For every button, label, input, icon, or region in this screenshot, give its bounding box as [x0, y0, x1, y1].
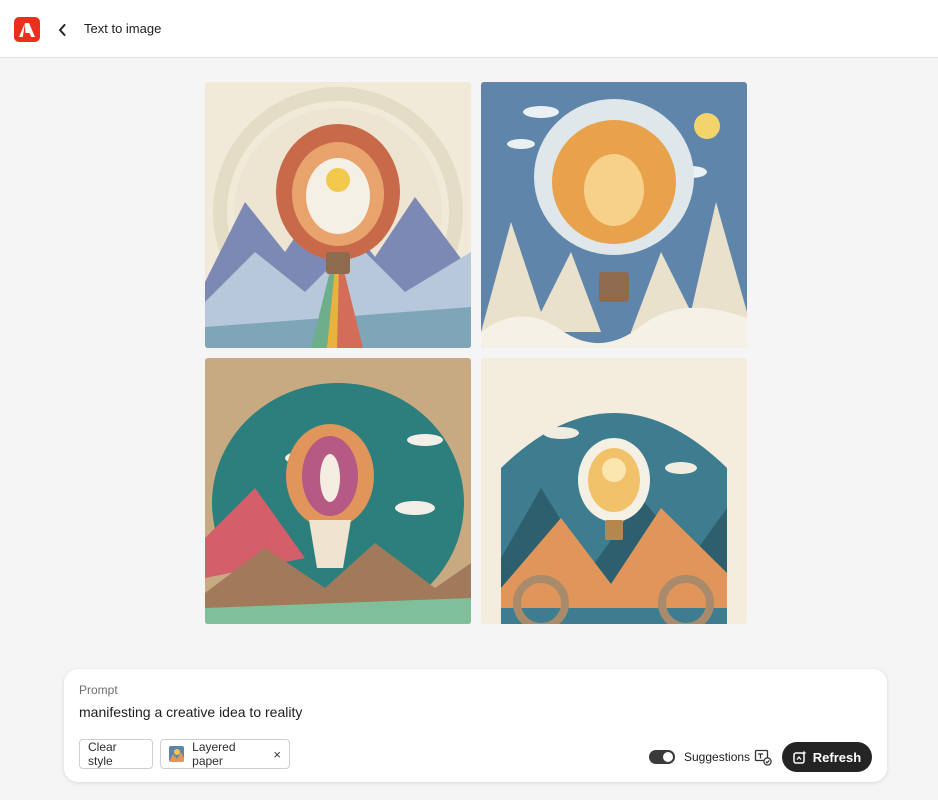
refresh-button[interactable]: Refresh: [782, 742, 872, 772]
page-title: Text to image: [84, 21, 162, 36]
clear-style-label: Clear style: [88, 740, 117, 768]
top-bar: Text to image: [0, 0, 938, 58]
prompt-input[interactable]: manifesting a creative idea to reality: [79, 704, 302, 720]
chevron-left-icon: [59, 24, 66, 36]
remove-style-icon[interactable]: ×: [273, 747, 281, 762]
refresh-label: Refresh: [812, 749, 862, 765]
suggestions-toggle[interactable]: [649, 750, 675, 764]
generated-image-3[interactable]: [205, 358, 471, 624]
layered-paper-thumbnail-icon: [169, 746, 185, 762]
generated-image-2[interactable]: [481, 82, 747, 348]
style-chip-label: Layered paper: [192, 740, 236, 768]
prompt-panel: Prompt manifesting a creative idea to re…: [64, 669, 887, 782]
refresh-sparkle-icon: [793, 750, 807, 764]
suggestions-label: Suggestions: [684, 750, 751, 764]
generated-image-4[interactable]: [481, 358, 747, 624]
generated-image-1[interactable]: [205, 82, 471, 348]
clear-style-button[interactable]: Clear style: [79, 739, 153, 769]
back-button[interactable]: [54, 20, 70, 40]
prompt-label: Prompt: [79, 683, 118, 697]
style-chip-layered-paper[interactable]: Layered paper ×: [160, 739, 290, 769]
suggestions-settings-icon[interactable]: [754, 748, 772, 766]
adobe-firefly-logo-icon[interactable]: [14, 17, 40, 42]
